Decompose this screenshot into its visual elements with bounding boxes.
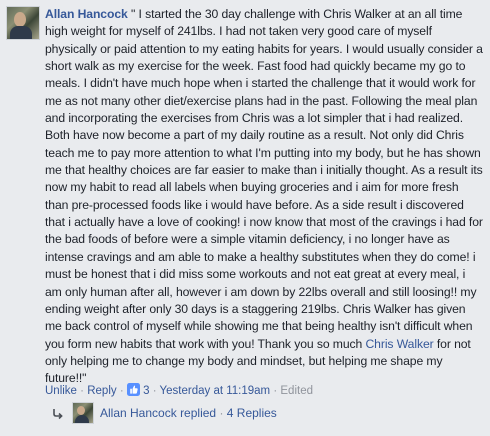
thumbs-up-icon[interactable] — [126, 383, 140, 396]
replies-text: Allan Hancock replied · 4 Replies — [100, 404, 277, 422]
like-count[interactable]: 3 — [143, 385, 149, 397]
reply-button[interactable]: Reply — [87, 385, 116, 397]
edited-label[interactable]: Edited — [280, 385, 313, 397]
unlike-button[interactable]: Unlike — [45, 385, 77, 397]
separator: · — [273, 385, 278, 397]
author-name-link[interactable]: Allan Hancock — [45, 7, 128, 21]
mention-link[interactable]: Chris Walker — [365, 337, 433, 351]
replies-count-link[interactable]: 4 Replies — [227, 406, 277, 420]
reply-action[interactable]: replied — [180, 406, 216, 420]
separator: · — [80, 385, 85, 397]
separator: · — [152, 385, 157, 397]
timestamp-link[interactable]: Yesterday at 11:19am — [160, 385, 271, 397]
comment-body: Allan Hancock " I started the 30 day cha… — [45, 6, 485, 388]
separator: · — [219, 406, 224, 420]
comment-actions: Unlike · Reply · 3 · Yesterday at 11:19a… — [45, 383, 313, 397]
reply-author-link[interactable]: Allan Hancock — [100, 406, 177, 420]
reply-avatar[interactable] — [72, 402, 94, 424]
separator: · — [119, 385, 124, 397]
author-avatar[interactable] — [6, 6, 40, 40]
reply-arrow-icon — [52, 407, 64, 420]
comment-text: " I started the 30 day challenge with Ch… — [45, 7, 483, 351]
